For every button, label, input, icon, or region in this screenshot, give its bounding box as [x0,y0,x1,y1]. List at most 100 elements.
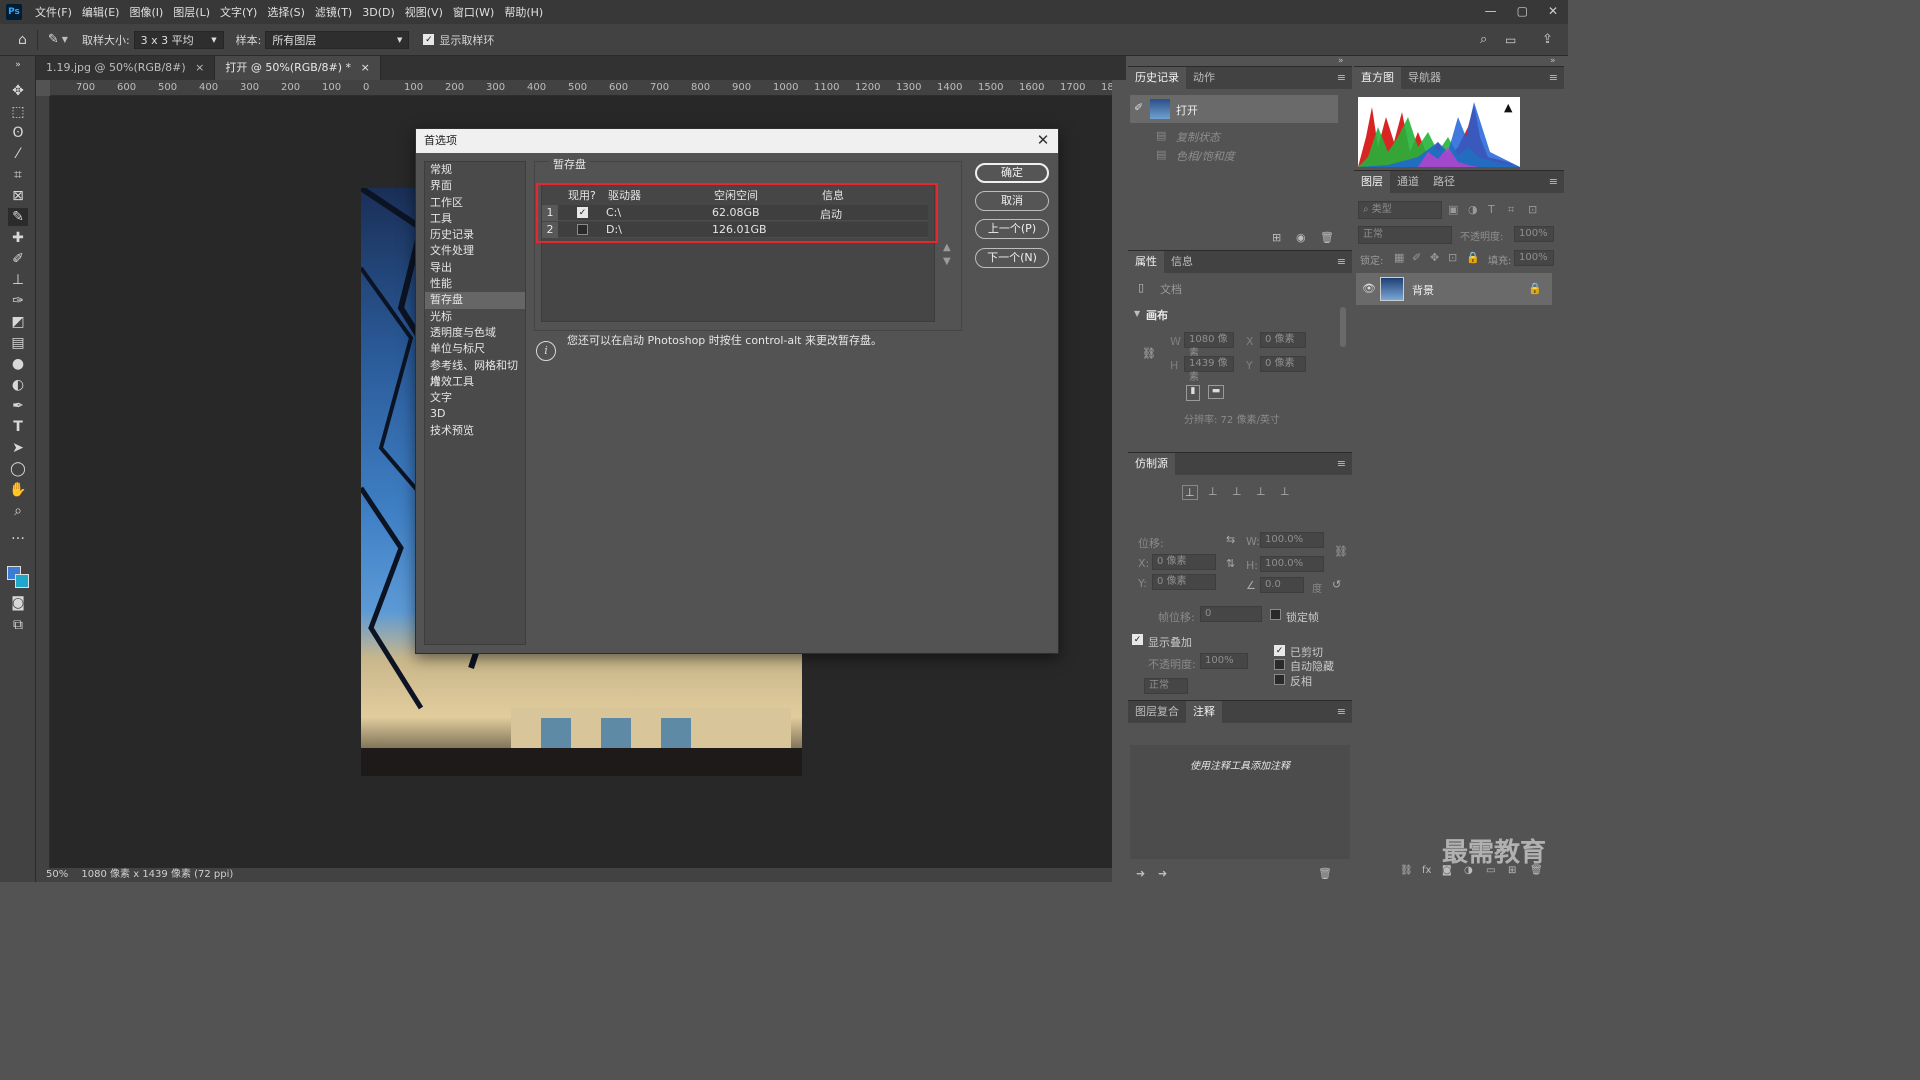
blend-mode-select[interactable]: 正常 [1358,226,1452,244]
crop-tool-icon[interactable]: ⌗ [8,166,28,184]
menu-help[interactable]: 帮助(H) [499,4,548,20]
menu-view[interactable]: 视图(V) [400,4,448,20]
menu-select[interactable]: 选择(S) [262,4,310,20]
tab-layer-comps[interactable]: 图层复合 [1128,701,1186,723]
gradient-tool-icon[interactable]: ▤ [8,334,28,352]
previous-note-icon[interactable]: ➜ [1136,867,1145,880]
zoom-level[interactable]: 50% [46,869,68,880]
ok-button[interactable]: 确定 [975,163,1049,183]
category-workspace[interactable]: 工作区 [425,195,525,211]
canvas-y-field[interactable]: 0 像素 [1260,356,1306,372]
panel-scrollbar[interactable] [1340,307,1346,347]
category-export[interactable]: 导出 [425,260,525,276]
dodge-tool-icon[interactable]: ◐ [8,376,28,394]
lock-position-icon[interactable]: ✥ [1430,251,1439,264]
scale-w-field[interactable]: 100.0% [1260,532,1324,548]
menu-image[interactable]: 图像(I) [124,4,168,20]
frame-offset-field[interactable]: 0 [1200,606,1262,622]
category-cursors[interactable]: 光标 [425,309,525,325]
maximize-icon[interactable]: ▢ [1517,4,1528,18]
link-icon[interactable]: ⛓ [1142,347,1156,360]
cancel-button[interactable]: 取消 [975,191,1049,211]
tab-clone-source[interactable]: 仿制源 [1128,453,1175,475]
workspace-icon[interactable]: ▭ [1505,33,1516,47]
close-icon[interactable]: × [195,61,204,74]
canvas-height-field[interactable]: 1439 像素 [1184,356,1234,383]
panel-menu-icon[interactable]: ≡ [1337,457,1346,470]
panel-menu-icon[interactable]: ≡ [1337,705,1346,718]
offset-x-field[interactable]: 0 像素 [1152,554,1216,570]
panel-dock-collapse-icon[interactable]: » [1338,56,1344,66]
share-icon[interactable]: ⇪ [1542,32,1553,47]
clone-source-2-icon[interactable]: ⊥ [1208,485,1218,498]
menu-3d[interactable]: 3D(D) [357,6,400,19]
chevron-down-icon[interactable]: ▼ [1134,309,1140,318]
category-scratch-disks[interactable]: 暂存盘 [425,292,525,309]
camera-icon[interactable]: ◉ [1296,231,1306,244]
show-overlay-checkbox[interactable]: ✓ [1132,634,1143,645]
trash-icon[interactable]: 🗑 [1318,867,1332,880]
landscape-orientation-icon[interactable]: ▬ [1208,385,1224,399]
tab-navigator[interactable]: 导航器 [1401,67,1448,89]
opacity-field[interactable]: 100% [1514,226,1554,242]
filter-adjust-icon[interactable]: ◑ [1468,203,1478,216]
layer-row[interactable]: 👁 背景 🔒 [1356,273,1552,305]
flip-vertical-icon[interactable]: ⇅ [1226,557,1235,570]
notes-area[interactable]: 使用注释工具添加注释 [1130,745,1350,859]
category-3d[interactable]: 3D [425,406,525,422]
move-down-icon[interactable]: ▼ [943,256,951,267]
menu-filter[interactable]: 滤镜(T) [310,4,357,20]
menu-window[interactable]: 窗口(W) [448,4,499,20]
hand-tool-icon[interactable]: ✋ [8,481,28,499]
minimize-icon[interactable]: — [1485,4,1497,18]
clone-source-3-icon[interactable]: ⊥ [1232,485,1242,498]
history-item[interactable]: ▤ 色相/饱和度 [1130,146,1338,164]
move-up-icon[interactable]: ▲ [943,242,951,253]
next-button[interactable]: 下一个(N) [975,248,1049,268]
lock-artboard-icon[interactable]: ⊡ [1448,251,1457,264]
prev-button[interactable]: 上一个(P) [975,219,1049,239]
lock-frame-checkbox[interactable] [1270,609,1281,620]
overlay-blend-select[interactable]: 正常 [1144,678,1188,694]
screen-mode-icon[interactable]: ⧉ [8,616,28,634]
warning-icon[interactable]: ▲ [1504,101,1512,114]
ellipse-tool-icon[interactable]: ◯ [8,460,28,478]
tab-history[interactable]: 历史记录 [1128,67,1186,89]
clone-stamp-tool-icon[interactable]: ⊥ [8,271,28,289]
close-window-icon[interactable]: ✕ [1548,4,1558,18]
category-performance[interactable]: 性能 [425,276,525,292]
show-ring-checkbox[interactable]: ✓ [423,34,435,45]
layer-filter-select[interactable]: ⌕ 类型 [1358,201,1442,219]
tab-info[interactable]: 信息 [1164,251,1200,273]
fill-field[interactable]: 100% [1514,250,1554,266]
category-transparency[interactable]: 透明度与色域 [425,325,525,341]
category-file-handling[interactable]: 文件处理 [425,243,525,259]
tab-notes[interactable]: 注释 [1186,701,1222,723]
menu-edit[interactable]: 编辑(E) [77,4,125,20]
clone-source-5-icon[interactable]: ⊥ [1280,485,1290,498]
move-tool-icon[interactable]: ✥ [8,82,28,100]
search-icon[interactable]: ⌕ [1480,32,1487,47]
lock-paint-icon[interactable]: ✐ [1412,251,1421,264]
chevron-down-icon[interactable]: ▼ [62,35,68,44]
home-icon[interactable]: ⌂ [18,32,27,48]
panel-menu-icon[interactable]: ≡ [1337,71,1346,84]
history-item[interactable]: ▤ 复制状态 [1130,127,1338,145]
filter-shape-icon[interactable]: ⌗ [1508,203,1514,217]
invert-checkbox[interactable] [1274,674,1285,685]
category-tech-preview[interactable]: 技术预览 [425,423,525,439]
next-note-icon[interactable]: ➜ [1158,867,1167,880]
healing-brush-tool-icon[interactable]: ✚ [8,229,28,247]
close-icon[interactable]: ✕ [1034,131,1052,149]
scale-h-field[interactable]: 100.0% [1260,556,1324,572]
lock-transparent-icon[interactable]: ▦ [1394,251,1404,264]
overlay-opacity-field[interactable]: 100% [1200,653,1248,669]
category-plugins[interactable]: 增效工具 [425,374,525,390]
tab-histogram[interactable]: 直方图 [1354,67,1401,89]
sample-select[interactable]: 所有图层 ▼ [265,30,410,49]
category-history[interactable]: 历史记录 [425,227,525,243]
eyedropper-tool-icon[interactable]: ✎ [8,208,28,226]
panel-menu-icon[interactable]: ≡ [1549,175,1558,188]
clone-source-1-icon[interactable]: ⊥ [1182,485,1198,500]
path-selection-tool-icon[interactable]: ➤ [8,439,28,457]
